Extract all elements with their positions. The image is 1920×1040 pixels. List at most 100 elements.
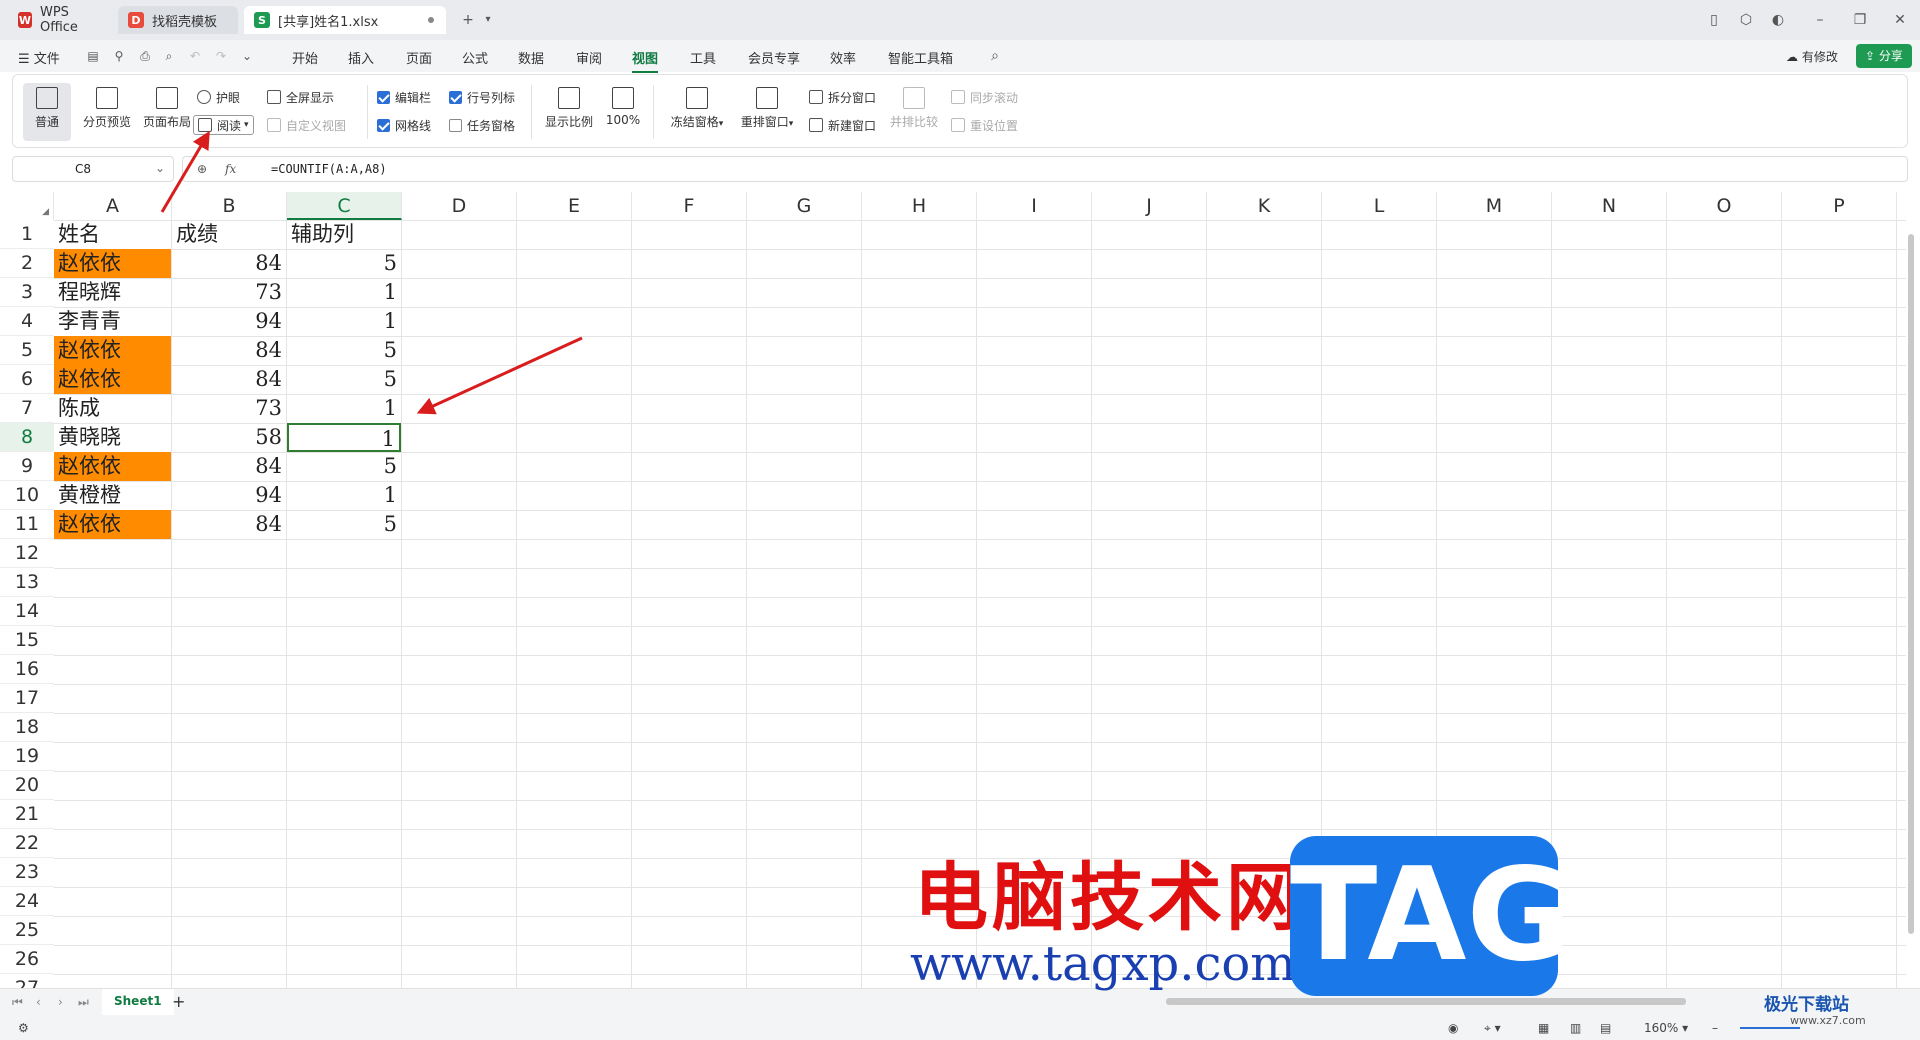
column-header-l[interactable]: L	[1322, 192, 1437, 220]
cell-b6[interactable]: 84	[172, 365, 286, 394]
menu-home[interactable]: 开始	[292, 48, 318, 67]
cell-c3[interactable]: 1	[287, 278, 401, 307]
side-by-side-button[interactable]: 并排比较	[889, 83, 939, 141]
column-header-j[interactable]: J	[1092, 192, 1207, 220]
column-header-i[interactable]: I	[977, 192, 1092, 220]
row-header-26[interactable]: 26	[0, 945, 54, 974]
reset-position-button[interactable]: 重设位置	[951, 115, 1018, 135]
cell-c8[interactable]: 1	[287, 423, 401, 452]
menu-member[interactable]: 会员专享	[748, 48, 800, 67]
cell-c4[interactable]: 1	[287, 307, 401, 336]
row-header-10[interactable]: 10	[0, 481, 54, 510]
page-layout-button[interactable]: 页面布局	[137, 83, 197, 141]
cell-c7[interactable]: 1	[287, 394, 401, 423]
cell-c10[interactable]: 1	[287, 481, 401, 510]
name-box[interactable]: C8 ⌄	[12, 156, 174, 182]
row-header-12[interactable]: 12	[0, 539, 54, 568]
column-header-h[interactable]: H	[862, 192, 977, 220]
column-header-d[interactable]: D	[402, 192, 517, 220]
menu-insert[interactable]: 插入	[348, 48, 374, 67]
row-header-5[interactable]: 5	[0, 336, 54, 365]
column-header-p[interactable]: P	[1782, 192, 1897, 220]
row-header-18[interactable]: 18	[0, 713, 54, 742]
macro-icon[interactable]: ⚙	[18, 1021, 29, 1035]
custom-view-button[interactable]: 自定义视图	[267, 115, 346, 135]
new-tab-plus-icon[interactable]: +	[458, 10, 478, 30]
cell-b11[interactable]: 84	[172, 510, 286, 539]
last-sheet-icon[interactable]: ⏭	[78, 995, 89, 1010]
menu-review[interactable]: 审阅	[576, 48, 602, 67]
print-icon[interactable]: ⎙	[138, 49, 152, 63]
cell-a11[interactable]: 赵依依	[54, 510, 171, 539]
cell-a4[interactable]: 李青青	[54, 307, 171, 336]
row-header-11[interactable]: 11	[0, 510, 54, 539]
row-header-19[interactable]: 19	[0, 742, 54, 771]
cell-a10[interactable]: 黄橙橙	[54, 481, 171, 510]
cell-b9[interactable]: 84	[172, 452, 286, 481]
normal-view-button[interactable]: 普通	[23, 83, 71, 141]
unsaved-dot-icon[interactable]	[428, 17, 434, 23]
formula-bar-checkbox[interactable]: 编辑栏	[377, 87, 431, 107]
select-all-corner[interactable]: ◢	[0, 192, 54, 220]
next-sheet-icon[interactable]: ›	[58, 995, 63, 1009]
cell-c11[interactable]: 5	[287, 510, 401, 539]
row-header-21[interactable]: 21	[0, 800, 54, 829]
print-preview-icon[interactable]: ⌕	[162, 49, 176, 63]
cell-a1[interactable]: 姓名	[54, 220, 171, 249]
tab-docer[interactable]: D 找稻壳模板	[118, 6, 238, 34]
vertical-scroll-thumb[interactable]	[1908, 234, 1914, 934]
row-header-27[interactable]: 27	[0, 974, 54, 988]
share-button[interactable]: ⇪ 分享	[1856, 44, 1912, 68]
arrange-windows-button[interactable]: 重排窗口▾	[735, 83, 799, 141]
tab-wps-office[interactable]: W WPS Office	[8, 5, 112, 35]
eye-protect-status-icon[interactable]: ◉	[1448, 1021, 1458, 1035]
cell-a7[interactable]: 陈成	[54, 394, 171, 423]
horizontal-scroll-thumb[interactable]	[1166, 998, 1686, 1005]
cell-b7[interactable]: 73	[172, 394, 286, 423]
menu-page[interactable]: 页面	[406, 48, 432, 67]
menu-data[interactable]: 数据	[518, 48, 544, 67]
cell-c2[interactable]: 5	[287, 249, 401, 278]
row-header-3[interactable]: 3	[0, 278, 54, 307]
search-icon[interactable]: ⌕	[988, 49, 1002, 63]
undo-icon[interactable]: ↶	[188, 49, 202, 63]
row-header-24[interactable]: 24	[0, 887, 54, 916]
reading-mode-status-icon[interactable]: ⌖ ▾	[1484, 1021, 1501, 1036]
fx-icon[interactable]: fx	[225, 162, 236, 176]
column-header-e[interactable]: E	[517, 192, 632, 220]
file-menu[interactable]: ☰ 文件	[18, 48, 60, 67]
cell-b1[interactable]: 成绩	[172, 220, 286, 249]
layout-icon[interactable]: ▯	[1704, 10, 1724, 30]
minimize-icon[interactable]: –	[1810, 10, 1830, 30]
row-header-4[interactable]: 4	[0, 307, 54, 336]
split-window-button[interactable]: 拆分窗口	[809, 87, 876, 107]
row-header-14[interactable]: 14	[0, 597, 54, 626]
menu-smart-toolbox[interactable]: 智能工具箱	[888, 48, 953, 67]
restore-icon[interactable]: ❐	[1850, 10, 1870, 30]
column-header-a[interactable]: A	[54, 192, 172, 220]
column-header-b[interactable]: B	[172, 192, 287, 220]
cell-a9[interactable]: 赵依依	[54, 452, 171, 481]
row-header-7[interactable]: 7	[0, 394, 54, 423]
task-pane-checkbox[interactable]: 任务窗格	[449, 115, 515, 135]
page-break-preview-button[interactable]: 分页预览	[77, 83, 137, 141]
fullscreen-button[interactable]: 全屏显示	[267, 87, 334, 107]
redo-icon[interactable]: ↷	[214, 49, 228, 63]
tab-list-chevron-icon[interactable]: ▾	[478, 10, 498, 30]
zoom-100-button[interactable]: 100%	[601, 83, 645, 141]
cell-b2[interactable]: 84	[172, 249, 286, 278]
cell-b4[interactable]: 94	[172, 307, 286, 336]
add-sheet-button[interactable]: +	[172, 992, 185, 1011]
row-header-2[interactable]: 2	[0, 249, 54, 278]
zoom-button[interactable]: 显示比例	[539, 83, 599, 141]
cell-b5[interactable]: 84	[172, 336, 286, 365]
cell-c5[interactable]: 5	[287, 336, 401, 365]
row-header-16[interactable]: 16	[0, 655, 54, 684]
column-header-g[interactable]: G	[747, 192, 862, 220]
column-header-o[interactable]: O	[1667, 192, 1782, 220]
zoom-in-icon[interactable]: ⊕	[197, 162, 207, 176]
zoom-level-display[interactable]: 160% ▾	[1644, 1021, 1688, 1035]
menu-efficiency[interactable]: 效率	[830, 48, 856, 67]
cell-b10[interactable]: 94	[172, 481, 286, 510]
cell-a6[interactable]: 赵依依	[54, 365, 171, 394]
